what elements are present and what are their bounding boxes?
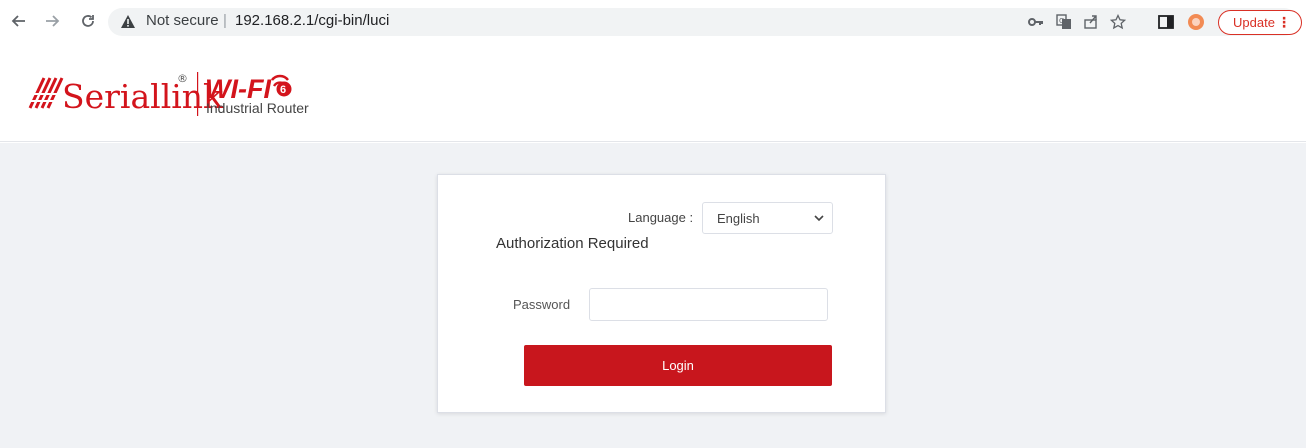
translate-icon[interactable]: G: [1055, 13, 1073, 31]
profile-avatar-icon[interactable]: [1187, 13, 1205, 31]
update-button[interactable]: Update ⋮: [1218, 10, 1302, 35]
brand-name: Seriallink: [62, 77, 224, 116]
forward-button[interactable]: [41, 10, 63, 32]
side-panel-icon[interactable]: [1157, 13, 1175, 31]
update-label: Update: [1233, 15, 1275, 30]
reload-button[interactable]: [77, 10, 99, 32]
language-label: Language :: [628, 210, 694, 225]
language-value: English: [717, 211, 760, 226]
svg-text:G: G: [1059, 17, 1064, 25]
url-separator: |: [223, 12, 227, 29]
login-button[interactable]: Login: [524, 345, 832, 386]
password-label: Password: [513, 297, 571, 312]
url-text[interactable]: 192.168.2.1/cgi-bin/luci: [235, 12, 389, 29]
key-icon[interactable]: [1027, 13, 1045, 31]
product-line: Industrial Router: [206, 100, 309, 116]
more-menu-icon[interactable]: ⋮: [1277, 14, 1291, 31]
star-icon[interactable]: [1109, 13, 1127, 31]
browser-toolbar: Not secure | 192.168.2.1/cgi-bin/luci G …: [0, 0, 1306, 44]
registered-mark: ®: [177, 72, 188, 85]
share-icon[interactable]: [1082, 13, 1100, 31]
wifi-6-badge-icon: 6: [271, 74, 292, 97]
password-field[interactable]: [589, 288, 828, 321]
back-button[interactable]: [8, 10, 30, 32]
warning-triangle-icon[interactable]: [120, 14, 136, 29]
arrow-right-icon: [46, 15, 60, 27]
svg-text:6: 6: [280, 84, 286, 96]
security-status[interactable]: Not secure: [146, 12, 219, 29]
brand-logo: Seriallink ® WI-FI 6 Industrial Router: [28, 68, 348, 123]
seriallink-stripes-icon: [28, 77, 64, 109]
arrow-left-icon: [11, 15, 25, 27]
chevron-down-icon: [814, 215, 824, 222]
reload-icon: [82, 15, 94, 27]
auth-title: Authorization Required: [496, 235, 649, 252]
language-select[interactable]: English: [702, 202, 833, 234]
